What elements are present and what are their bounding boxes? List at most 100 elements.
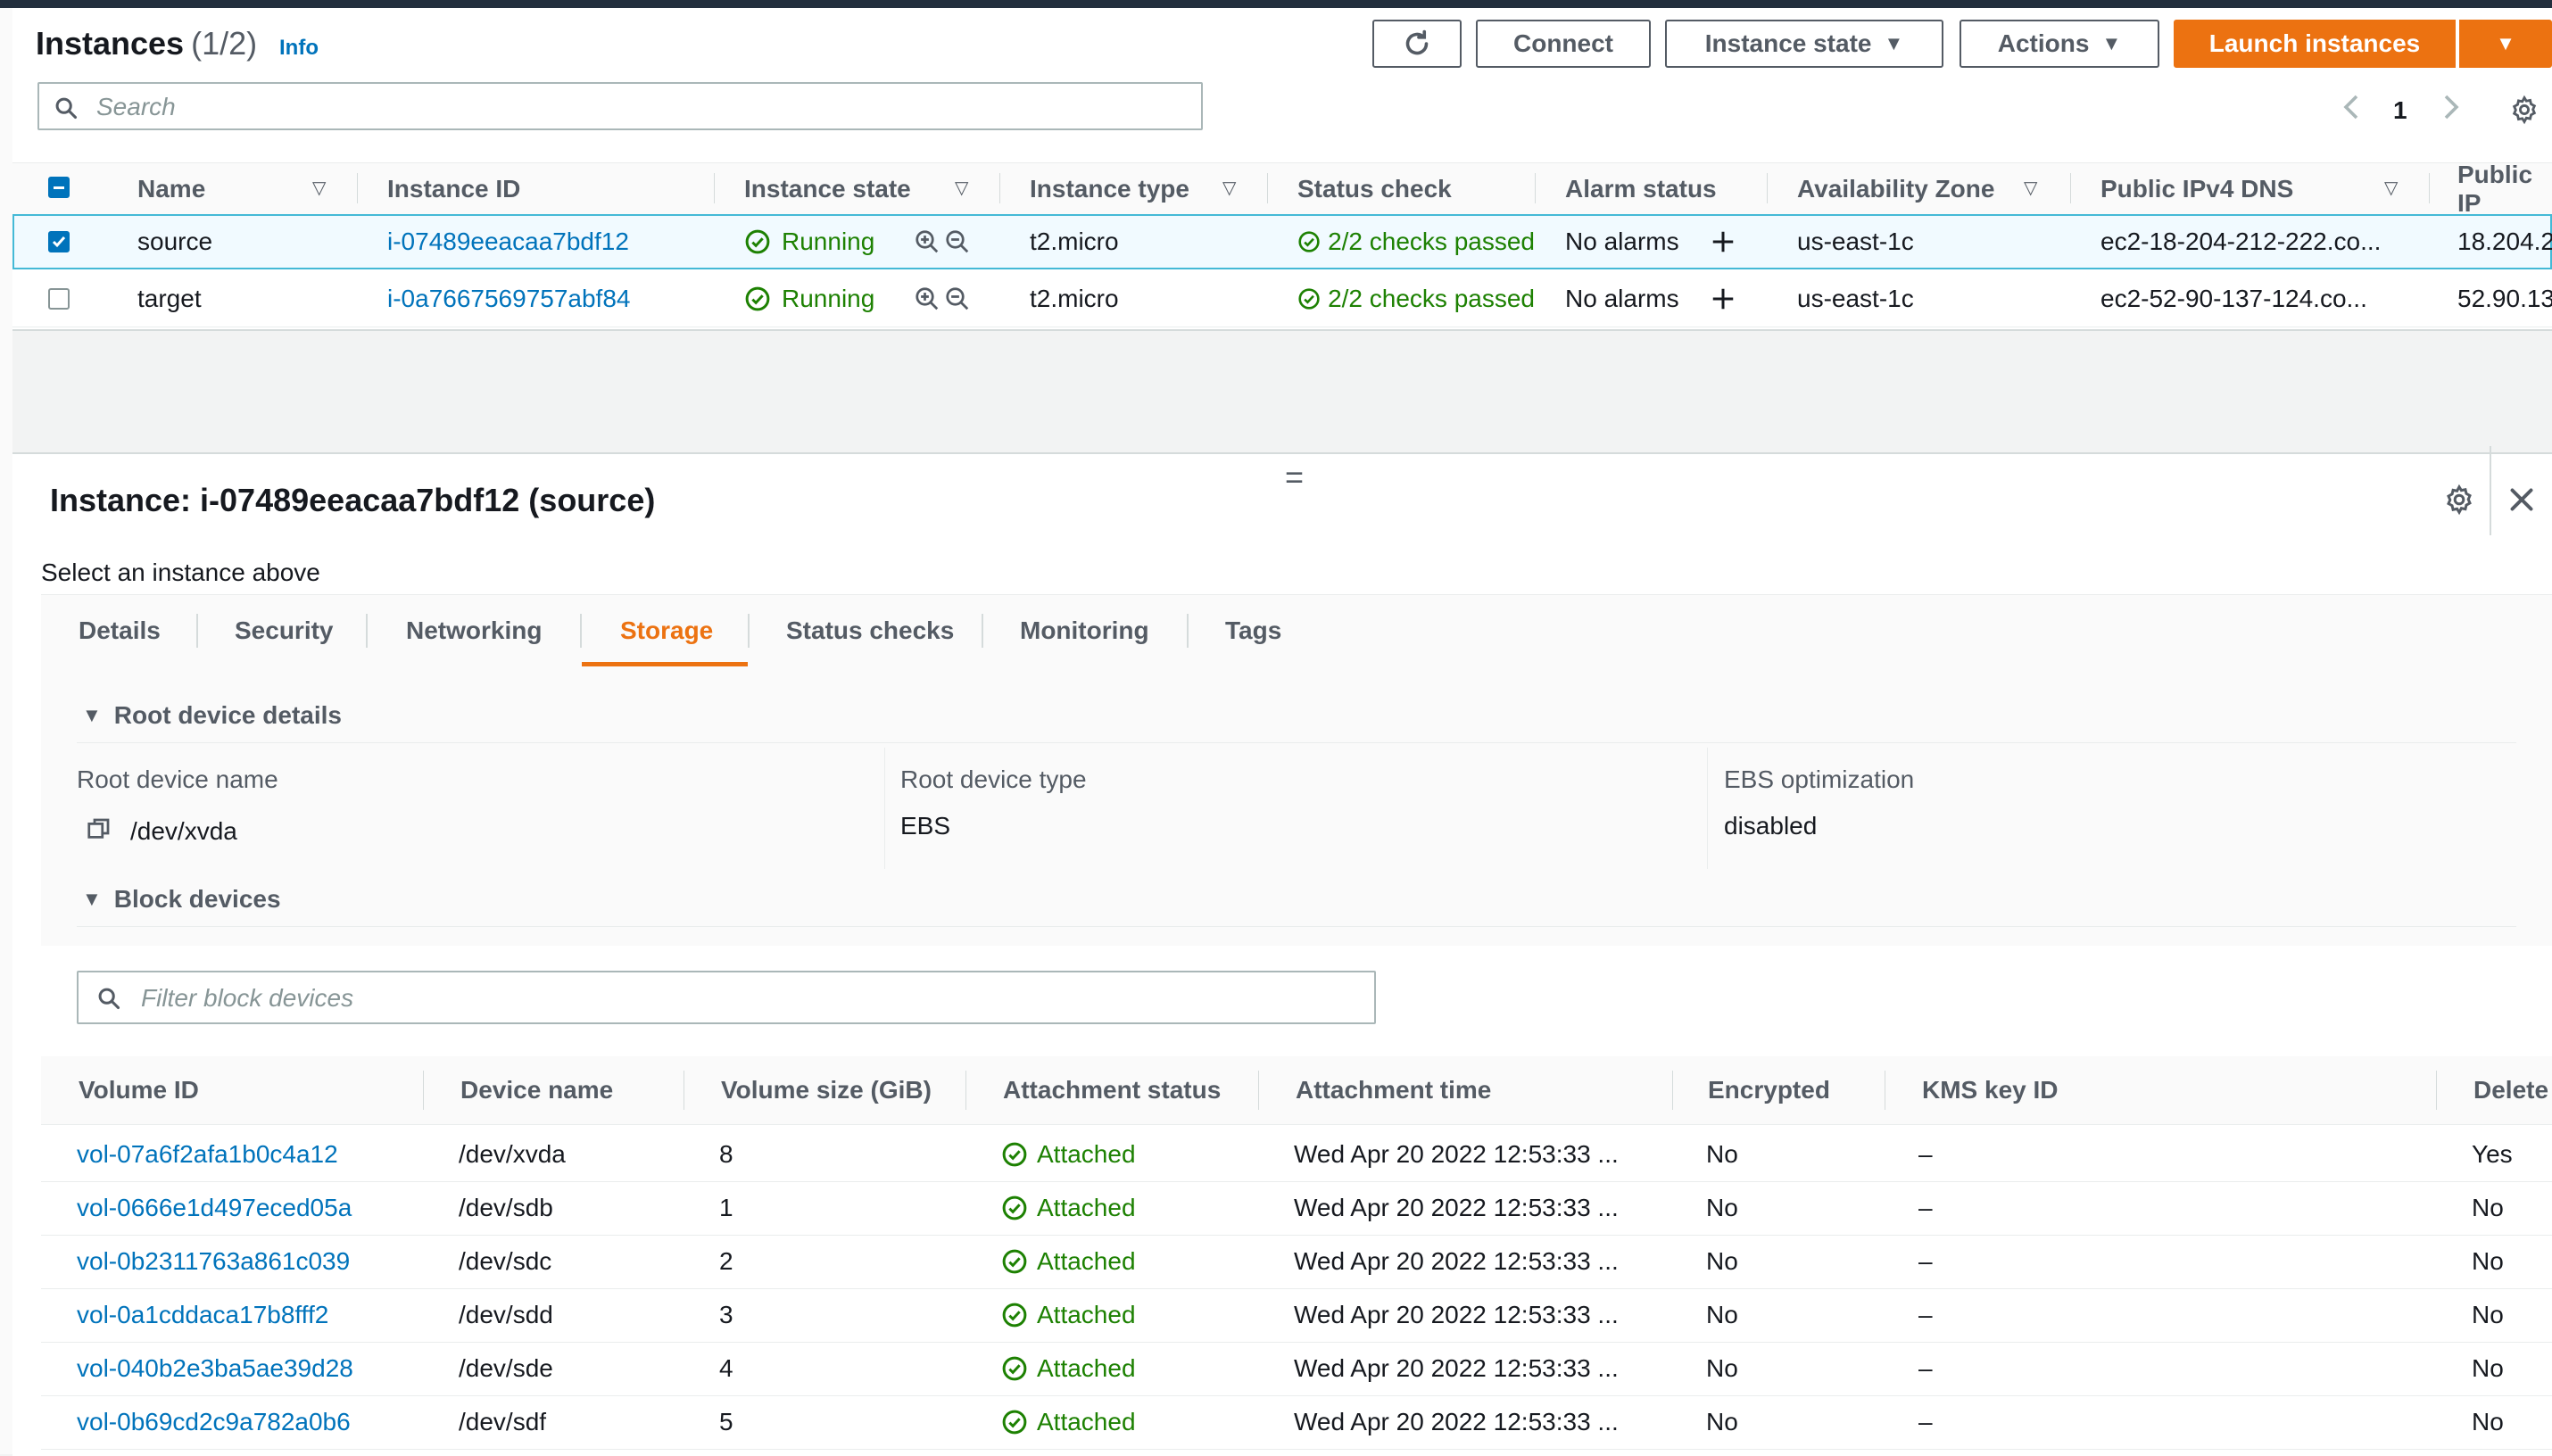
volume-size: 4 <box>719 1342 733 1395</box>
zoom-in-icon[interactable] <box>914 228 940 255</box>
sort-icon[interactable]: ▽ <box>2024 177 2037 199</box>
launch-instances-button[interactable]: Launch instances <box>2174 20 2456 68</box>
zoom-controls[interactable] <box>914 271 971 327</box>
device-name: /dev/sdc <box>459 1235 551 1288</box>
volume-size: 3 <box>719 1288 733 1342</box>
attachment-status-text: Attached <box>1037 1194 1136 1222</box>
col-separator <box>1258 1071 1259 1110</box>
col-status-check[interactable]: Status check <box>1297 166 1452 212</box>
delete-on-termination: No <box>2472 1342 2504 1395</box>
panel-settings-button[interactable] <box>2443 484 2475 520</box>
search-icon <box>54 95 79 120</box>
delete-on-termination: No <box>2472 1235 2504 1288</box>
search-input[interactable] <box>95 84 1028 130</box>
col-instance-type[interactable]: Instance type <box>1030 166 1189 212</box>
tab-separator <box>982 614 983 648</box>
volume-id-link[interactable]: vol-07a6f2afa1b0c4a12 <box>77 1128 338 1181</box>
zoom-out-icon[interactable] <box>944 285 971 312</box>
tab-monitoring[interactable]: Monitoring <box>1020 594 1149 667</box>
sort-icon[interactable]: ▽ <box>312 177 326 199</box>
status-check[interactable]: 2/2 checks passed <box>1297 214 1535 269</box>
add-alarm-button[interactable] <box>1710 271 1736 327</box>
col-alarm-status[interactable]: Alarm status <box>1565 166 1717 212</box>
col-attachment-status[interactable]: Attachment status <box>1003 1056 1221 1124</box>
col-availability-zone[interactable]: Availability Zone <box>1797 166 1994 212</box>
attachment-status: Attached <box>1001 1288 1136 1342</box>
volume-id-link[interactable]: vol-0a1cddaca17b8fff2 <box>77 1288 328 1342</box>
kms-key-id: – <box>1918 1395 1933 1449</box>
next-page-icon[interactable] <box>2441 94 2461 127</box>
col-instance-id[interactable]: Instance ID <box>387 166 520 212</box>
col-separator <box>2436 1071 2437 1110</box>
kms-key-id: – <box>1918 1342 1933 1395</box>
filter-block-devices-input[interactable] <box>139 972 1180 1024</box>
root-device-name-value: /dev/xvda <box>130 817 237 846</box>
col-volume-id[interactable]: Volume ID <box>79 1056 199 1124</box>
col-delete-on-termination[interactable]: Delete <box>2473 1056 2548 1124</box>
select-all-checkbox[interactable] <box>48 177 70 198</box>
encrypted: No <box>1706 1181 1738 1235</box>
instance-id-link[interactable]: i-07489eeacaa7bdf12 <box>387 214 629 269</box>
row-checkbox[interactable] <box>48 231 70 252</box>
prev-page-icon[interactable] <box>2341 94 2361 127</box>
tab-separator <box>1187 614 1189 648</box>
table-settings-button[interactable] <box>2509 95 2540 131</box>
info-link[interactable]: Info <box>279 36 319 61</box>
instance-state-dropdown[interactable]: Instance state▼ <box>1665 20 1943 68</box>
tab-security[interactable]: Security <box>235 594 334 667</box>
delete-on-termination: No <box>2472 1288 2504 1342</box>
attachment-time: Wed Apr 20 2022 12:53:33 ... <box>1294 1181 1619 1235</box>
resize-handle-icon[interactable]: = <box>1285 459 1304 496</box>
volume-id-link[interactable]: vol-0b69cd2c9a782a0b6 <box>77 1395 351 1449</box>
kms-key-id: – <box>1918 1181 1933 1235</box>
col-instance-state[interactable]: Instance state <box>744 166 911 212</box>
root-device-section-toggle[interactable]: ▼Root device details <box>82 701 342 730</box>
volume-id-link[interactable]: vol-040b2e3ba5ae39d28 <box>77 1342 353 1395</box>
tab-tags[interactable]: Tags <box>1225 594 1281 667</box>
tab-status-checks[interactable]: Status checks <box>786 594 954 667</box>
tab-storage[interactable]: Storage <box>620 594 713 667</box>
volume-id-link[interactable]: vol-0b2311763a861c039 <box>77 1235 350 1288</box>
page-number[interactable]: 1 <box>2393 96 2407 125</box>
col-volume-size[interactable]: Volume size (GiB) <box>721 1056 932 1124</box>
col-name[interactable]: Name <box>137 166 205 212</box>
launch-options-dropdown[interactable]: ▼ <box>2459 20 2552 68</box>
sort-icon[interactable]: ▽ <box>1222 177 1236 199</box>
zoom-controls[interactable] <box>914 214 971 269</box>
col-public-ip[interactable]: Public IP <box>2457 166 2552 212</box>
close-button[interactable] <box>2506 484 2538 520</box>
zoom-in-icon[interactable] <box>914 285 940 312</box>
attachment-status: Attached <box>1001 1342 1136 1395</box>
zoom-out-icon[interactable] <box>944 228 971 255</box>
instance-id-link[interactable]: i-0a7667569757abf84 <box>387 271 630 327</box>
col-separator <box>1267 173 1268 203</box>
copy-button[interactable] <box>86 815 112 847</box>
plus-icon <box>1710 228 1736 255</box>
tab-networking[interactable]: Networking <box>406 594 542 667</box>
filter-bar <box>77 971 1376 1024</box>
selection-count: (1/2) <box>191 25 257 62</box>
refresh-button[interactable] <box>1372 20 1462 68</box>
col-attachment-time[interactable]: Attachment time <box>1296 1056 1491 1124</box>
connect-button[interactable]: Connect <box>1476 20 1651 68</box>
ebs-optimization-value: disabled <box>1724 812 1817 840</box>
sort-icon[interactable]: ▽ <box>955 177 968 199</box>
search-icon <box>96 986 121 1011</box>
section-divider <box>77 742 2516 743</box>
col-encrypted[interactable]: Encrypted <box>1708 1056 1830 1124</box>
attachment-time: Wed Apr 20 2022 12:53:33 ... <box>1294 1342 1619 1395</box>
col-public-dns[interactable]: Public IPv4 DNS <box>2100 166 2293 212</box>
plus-icon <box>1710 285 1736 312</box>
row-checkbox[interactable] <box>48 288 70 310</box>
actions-dropdown[interactable]: Actions▼ <box>1960 20 2159 68</box>
block-devices-section-toggle[interactable]: ▼Block devices <box>82 885 281 914</box>
col-device-name[interactable]: Device name <box>460 1056 613 1124</box>
volume-id-link[interactable]: vol-0666e1d497eced05a <box>77 1181 352 1235</box>
delete-on-termination: Yes <box>2472 1128 2513 1181</box>
status-check[interactable]: 2/2 checks passed <box>1297 271 1535 327</box>
col-kms-key-id[interactable]: KMS key ID <box>1922 1056 2059 1124</box>
sort-icon[interactable]: ▽ <box>2384 177 2398 199</box>
add-alarm-button[interactable] <box>1710 214 1736 269</box>
tab-details[interactable]: Details <box>79 594 161 667</box>
public-ip: 18.204.2 <box>2457 214 2552 269</box>
